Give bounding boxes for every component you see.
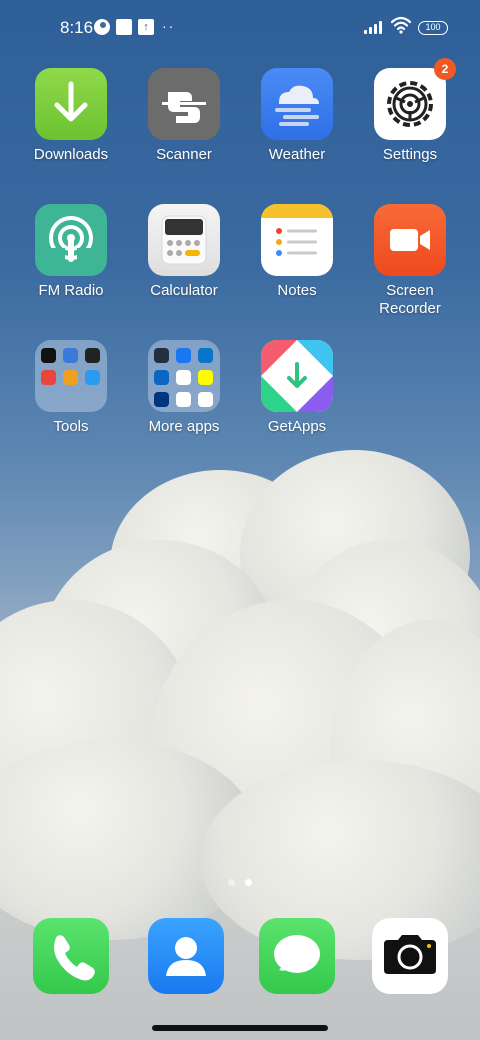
security-mini-icon: [85, 370, 100, 385]
facebook-mini-icon: [176, 348, 191, 363]
app-label-line2: Recorder: [379, 300, 441, 317]
folder-more-apps[interactable]: More apps: [129, 340, 239, 436]
app-label: Weather: [268, 146, 326, 163]
status-time: 8:16: [60, 18, 94, 37]
contact-icon: [166, 937, 206, 976]
linkedin-mini-icon: [154, 370, 169, 385]
phone-icon: [54, 935, 95, 981]
folder-icon: [148, 340, 220, 412]
snapchat-mini-icon: [198, 370, 213, 385]
calculator-icon: [148, 204, 220, 276]
app-fm-radio[interactable]: FM Radio: [16, 204, 126, 300]
dock-phone[interactable]: [33, 918, 109, 994]
app-label: Scanner: [156, 146, 212, 163]
book-mini-icon: [41, 370, 56, 385]
app-label: Calculator: [150, 282, 218, 299]
app-getapps[interactable]: GetApps: [242, 340, 352, 436]
page-dot-2-active[interactable]: [245, 879, 252, 886]
getapps-icon: [261, 340, 333, 412]
cloud-icon: [261, 68, 333, 140]
app-label: GetApps: [267, 418, 327, 435]
folder-icon: [35, 340, 107, 412]
download-arrow-icon: [35, 68, 107, 140]
assistant-mini-icon: [198, 392, 213, 407]
camera-icon: [384, 935, 436, 974]
video-camera-icon: [374, 204, 446, 276]
agoda-mini-icon: [176, 370, 191, 385]
app-notes[interactable]: Notes: [242, 204, 352, 300]
home-indicator-bar[interactable]: [152, 1025, 328, 1031]
folder-tools[interactable]: Tools: [16, 340, 126, 436]
status-bar: 8:16 ↑ ·· 100: [0, 0, 480, 56]
app-scanner[interactable]: Scanner: [129, 68, 239, 164]
app-label: Tools: [53, 418, 89, 435]
scanner-icon: [148, 68, 220, 140]
app-calculator[interactable]: Calculator: [129, 204, 239, 300]
app-weather[interactable]: Weather: [242, 68, 352, 164]
app-label: Settings: [382, 146, 438, 163]
message-bubble-icon: [274, 935, 320, 973]
notification-app-icon: [94, 19, 110, 35]
prime-mini-icon: [198, 348, 213, 363]
notes-icon: [261, 204, 333, 276]
dock-camera[interactable]: [372, 918, 448, 994]
dock-messages[interactable]: [259, 918, 335, 994]
app-label-line1: Screen: [386, 282, 434, 299]
app-settings[interactable]: 2 Settings: [355, 58, 465, 164]
recorder-mini-icon: [41, 348, 56, 363]
booking-mini-icon: [154, 392, 169, 407]
play-store-mini-icon: [176, 392, 191, 407]
app-label: Notes: [277, 282, 317, 299]
app-label: More apps: [148, 418, 220, 435]
wifi-icon: [391, 16, 411, 34]
signal-icon: [364, 20, 386, 34]
infinity-mini-icon: [63, 348, 78, 363]
dock-contacts[interactable]: [148, 918, 224, 994]
page-dot-1[interactable]: [228, 879, 235, 886]
radio-icon: [35, 204, 107, 276]
app-screen-recorder[interactable]: Screen Recorder: [355, 204, 465, 318]
app-downloads[interactable]: Downloads: [16, 68, 126, 164]
battery-indicator: 100: [418, 21, 448, 35]
notification-badge: 2: [434, 58, 456, 80]
gear-icon: [374, 68, 446, 140]
more-notifications-icon: ··: [162, 18, 176, 34]
amazon-mini-icon: [154, 348, 169, 363]
upload-notification-icon: ↑: [138, 19, 154, 35]
app-label: FM Radio: [38, 282, 104, 299]
notification-square-icon: [116, 19, 132, 35]
compass-mini-icon: [85, 348, 100, 363]
app-label: Downloads: [33, 146, 109, 163]
cleaner-mini-icon: [63, 370, 78, 385]
